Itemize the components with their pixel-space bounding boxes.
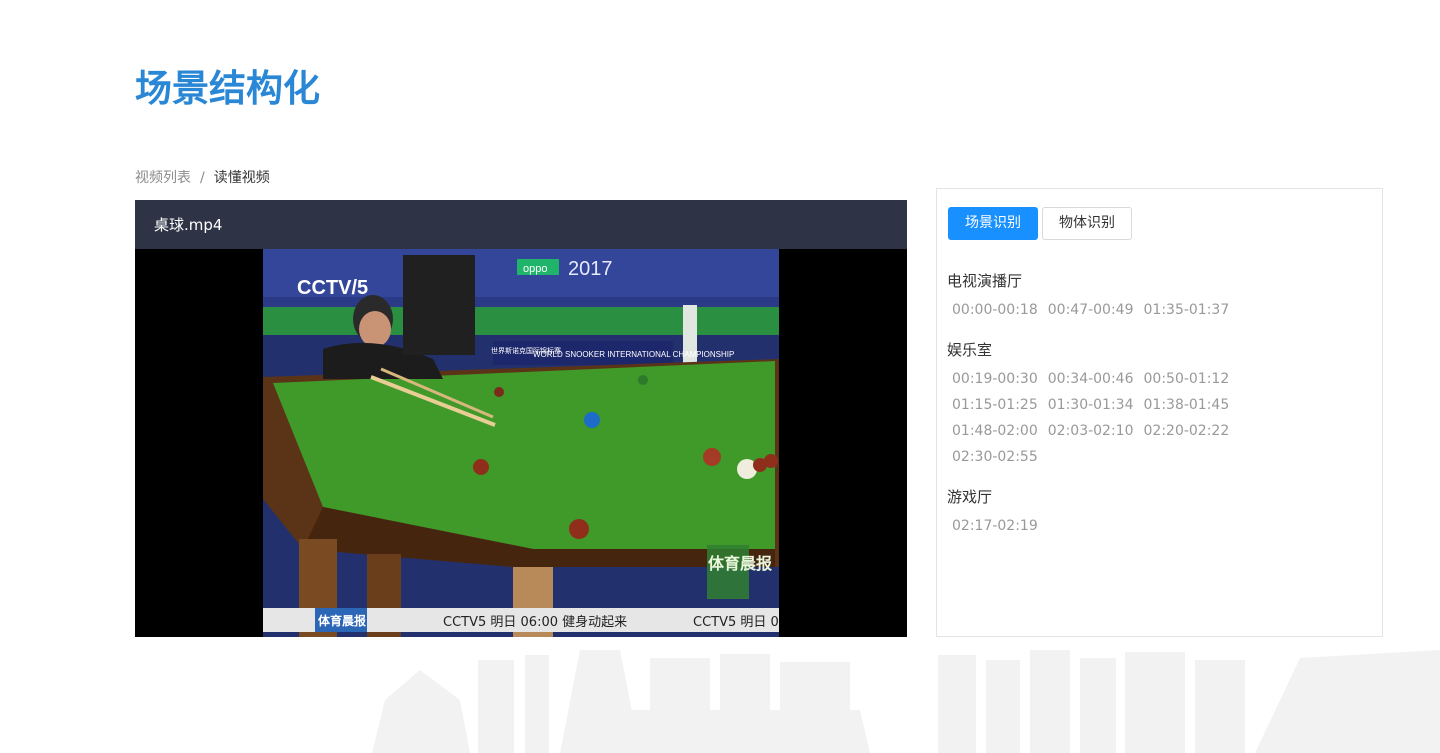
snooker-scene-image: CCTV/5 2017 oppo WORLD SNOOKER INTERNATI… — [263, 249, 779, 637]
scene-time-list: 00:00-00:18 00:47-00:49 01:35-01:37 — [947, 297, 1327, 323]
breadcrumb-separator: / — [200, 170, 205, 186]
time-range-link[interactable]: 01:30-01:34 — [1043, 392, 1139, 418]
event-year: 2017 — [568, 258, 613, 280]
ticker-text: CCTV5 明日 06:00 健身动起来 — [443, 614, 627, 630]
time-range-link[interactable]: 02:03-02:10 — [1043, 418, 1139, 444]
page-title: 场景结构化 — [135, 67, 320, 110]
show-logo: 体育晨报 — [708, 554, 772, 573]
breadcrumb: 视频列表 / 读懂视频 — [135, 168, 270, 188]
scene-title: 游戏厅 — [947, 488, 993, 506]
tab-object-recognition[interactable]: 物体识别 — [1042, 207, 1132, 240]
time-range-link[interactable]: 02:17-02:19 — [947, 513, 1043, 539]
sponsor-text: oppo — [523, 263, 547, 275]
time-range-link[interactable]: 00:50-01:12 — [1139, 366, 1235, 392]
time-range-link[interactable]: 00:19-00:30 — [947, 366, 1043, 392]
recognition-tabs: 场景识别 物体识别 — [948, 207, 1136, 240]
time-range-link[interactable]: 01:15-01:25 — [947, 392, 1043, 418]
time-range-link[interactable]: 00:00-00:18 — [947, 297, 1043, 323]
recognition-panel: 场景识别 物体识别 电视演播厅 00:00-00:18 00:47-00:49 … — [936, 188, 1383, 637]
time-range-link[interactable]: 00:47-00:49 — [1043, 297, 1139, 323]
scene-time-list: 02:17-02:19 — [947, 513, 1327, 539]
ticker-text-2: CCTV5 明日 0 — [693, 615, 779, 630]
time-range-link[interactable]: 00:34-00:46 — [1043, 366, 1139, 392]
scene-group: 电视演播厅 00:00-00:18 00:47-00:49 01:35-01:3… — [947, 271, 1367, 323]
channel-logo: CCTV/5 — [297, 277, 368, 299]
time-range-link[interactable]: 02:30-02:55 — [947, 444, 1043, 470]
ticker-label: 体育晨报 — [318, 613, 366, 628]
scene-title: 娱乐室 — [947, 341, 993, 359]
video-player[interactable]: 桌球.mp4 CCTV/5 2017 oppo WORLD SNOOKER IN… — [135, 200, 907, 637]
scene-groups: 电视演播厅 00:00-00:18 00:47-00:49 01:35-01:3… — [947, 271, 1367, 556]
event-banner-cn: 世界斯诺克国际锦标赛 — [491, 346, 561, 355]
time-range-link[interactable]: 02:20-02:22 — [1139, 418, 1235, 444]
scene-title: 电视演播厅 — [947, 272, 1023, 290]
breadcrumb-current: 读懂视频 — [213, 170, 270, 186]
video-frame[interactable]: CCTV/5 2017 oppo WORLD SNOOKER INTERNATI… — [263, 249, 779, 637]
video-filename: 桌球.mp4 — [154, 216, 223, 234]
scene-group: 娱乐室 00:19-00:30 00:34-00:46 00:50-01:12 … — [947, 340, 1367, 470]
tab-scene-recognition[interactable]: 场景识别 — [948, 207, 1038, 240]
time-range-link[interactable]: 01:35-01:37 — [1139, 297, 1235, 323]
scene-time-list: 00:19-00:30 00:34-00:46 00:50-01:12 01:1… — [947, 366, 1327, 470]
time-range-link[interactable]: 01:38-01:45 — [1139, 392, 1235, 418]
video-header: 桌球.mp4 — [135, 200, 907, 249]
breadcrumb-parent-link[interactable]: 视频列表 — [135, 168, 191, 188]
time-range-link[interactable]: 01:48-02:00 — [947, 418, 1043, 444]
scene-group: 游戏厅 02:17-02:19 — [947, 487, 1367, 539]
event-banner: WORLD SNOOKER INTERNATIONAL CHAMPIONSHIP — [533, 350, 734, 359]
decorative-skyline-watermark — [372, 650, 1440, 753]
